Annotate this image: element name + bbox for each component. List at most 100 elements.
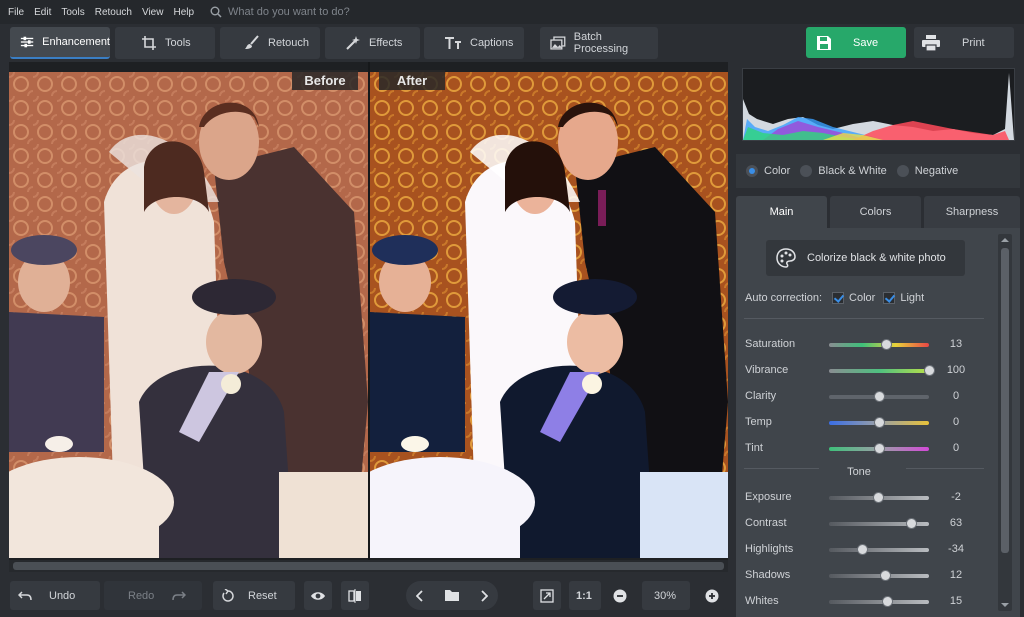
menu-edit[interactable]: Edit	[34, 7, 51, 18]
slider-knob[interactable]	[880, 570, 891, 581]
folder-icon[interactable]	[444, 589, 460, 602]
slider-knob[interactable]	[924, 365, 935, 376]
slider-whites[interactable]: Whites 15	[745, 595, 995, 609]
print-button[interactable]: Print	[914, 27, 1014, 58]
horizontal-scrollbar[interactable]	[9, 560, 728, 572]
menu-view[interactable]: View	[142, 7, 164, 18]
slider-saturation[interactable]: Saturation 13	[745, 338, 995, 352]
save-label: Save	[853, 36, 879, 49]
redo-button[interactable]: Redo	[104, 581, 202, 610]
mode-bw-radio[interactable]: Black & White	[800, 165, 887, 177]
slider-value[interactable]: 100	[936, 364, 976, 376]
actual-size-button[interactable]: 1:1	[569, 581, 601, 610]
zoom-level[interactable]: 30%	[642, 581, 690, 610]
scroll-down-icon[interactable]	[1001, 601, 1009, 609]
text-icon	[445, 37, 461, 49]
compare-divider[interactable]	[368, 62, 370, 560]
reset-icon	[222, 588, 234, 602]
histogram-graph	[743, 73, 1014, 140]
mode-negative-radio[interactable]: Negative	[896, 165, 959, 177]
before-label: Before	[292, 70, 358, 90]
slider-value[interactable]: 15	[936, 595, 976, 607]
save-button[interactable]: Save	[806, 27, 906, 58]
tab-enhancement[interactable]: Enhancement	[10, 27, 110, 59]
slider-exposure[interactable]: Exposure -2	[745, 491, 995, 505]
menu-file[interactable]: File	[8, 7, 24, 18]
chevron-right-icon[interactable]	[480, 589, 488, 602]
slider-knob[interactable]	[857, 544, 868, 555]
mode-color-radio[interactable]: Color	[746, 165, 790, 177]
undo-button[interactable]: Undo	[10, 581, 100, 610]
tab-label: Effects	[369, 37, 403, 49]
slider-value[interactable]: 0	[936, 416, 976, 428]
radio-dot	[746, 165, 758, 177]
scrollbar-thumb[interactable]	[1001, 248, 1009, 553]
photo-canvas[interactable]: Before After	[9, 62, 728, 560]
slider-value[interactable]: 0	[936, 390, 976, 402]
slider-value[interactable]: -2	[936, 491, 976, 503]
slider-knob[interactable]	[881, 596, 893, 607]
slider-value[interactable]: 13	[936, 338, 976, 350]
zoom-value: 30%	[654, 589, 677, 602]
fit-screen-button[interactable]	[533, 581, 561, 610]
zoom-out-button[interactable]	[606, 581, 634, 610]
magic-wand-icon	[346, 36, 360, 50]
auto-color-label: Color	[849, 292, 876, 304]
compare-view-button[interactable]	[341, 581, 369, 610]
slider-label: Contrast	[745, 517, 787, 529]
slider-track[interactable]	[829, 548, 929, 552]
slider-value[interactable]: 63	[936, 517, 976, 529]
slider-track[interactable]	[829, 343, 929, 347]
auto-color-checkbox[interactable]	[832, 292, 845, 304]
tab-colors[interactable]: Colors	[830, 196, 921, 228]
menu-help[interactable]: Help	[173, 7, 194, 18]
menu-retouch[interactable]: Retouch	[95, 7, 132, 18]
colorize-label: Colorize black & white photo	[807, 252, 946, 264]
slider-shadows[interactable]: Shadows 12	[745, 569, 995, 583]
tab-retouch[interactable]: Retouch	[220, 27, 320, 59]
slider-clarity[interactable]: Clarity 0	[745, 390, 995, 404]
auto-light-label: Light	[900, 292, 925, 304]
slider-value[interactable]: 12	[936, 569, 976, 581]
slider-track[interactable]	[829, 574, 929, 578]
slider-knob[interactable]	[874, 417, 885, 428]
slider-vibrance[interactable]: Vibrance 100	[745, 364, 995, 378]
tab-batch-processing[interactable]: Batch Processing	[540, 27, 658, 59]
slider-knob[interactable]	[873, 492, 884, 503]
slider-track[interactable]	[829, 369, 929, 373]
scrollbar-thumb[interactable]	[13, 562, 724, 570]
preview-eye-button[interactable]	[304, 581, 332, 610]
reset-button[interactable]: Reset	[213, 581, 295, 610]
slider-highlights[interactable]: Highlights -34	[745, 543, 995, 557]
tab-sharpness[interactable]: Sharpness	[924, 196, 1020, 228]
slider-track[interactable]	[829, 600, 929, 604]
search-input[interactable]: What do you want to do?	[228, 6, 350, 18]
brush-icon	[245, 35, 259, 49]
menu-tools[interactable]: Tools	[61, 7, 84, 18]
colorize-button[interactable]: Colorize black & white photo	[766, 240, 965, 276]
slider-label: Whites	[745, 595, 779, 607]
tab-captions[interactable]: Captions	[424, 27, 524, 59]
slider-knob[interactable]	[880, 339, 892, 350]
slider-knob[interactable]	[905, 518, 917, 529]
panel-scrollbar[interactable]	[998, 234, 1012, 611]
tab-tools[interactable]: Tools	[115, 27, 215, 59]
split-view-icon	[348, 588, 361, 603]
tab-label: Captions	[470, 37, 514, 49]
slider-knob[interactable]	[874, 391, 885, 402]
tab-main[interactable]: Main	[736, 196, 827, 228]
scroll-up-icon[interactable]	[1001, 236, 1009, 244]
auto-light-checkbox[interactable]	[883, 292, 896, 304]
mode-negative-label: Negative	[914, 165, 959, 177]
tab-effects[interactable]: Effects	[325, 27, 420, 59]
zoom-in-button[interactable]	[698, 581, 726, 610]
chevron-left-icon[interactable]	[416, 589, 424, 602]
slider-contrast[interactable]: Contrast 63	[745, 517, 995, 531]
tab-label: Batch Processing	[573, 31, 629, 55]
slider-value[interactable]: 0	[936, 442, 976, 454]
search-box[interactable]: What do you want to do?	[210, 6, 350, 18]
slider-tint[interactable]: Tint 0	[745, 442, 995, 456]
slider-value[interactable]: -34	[936, 543, 976, 555]
slider-knob[interactable]	[874, 443, 885, 454]
slider-temp[interactable]: Temp 0	[745, 416, 995, 430]
